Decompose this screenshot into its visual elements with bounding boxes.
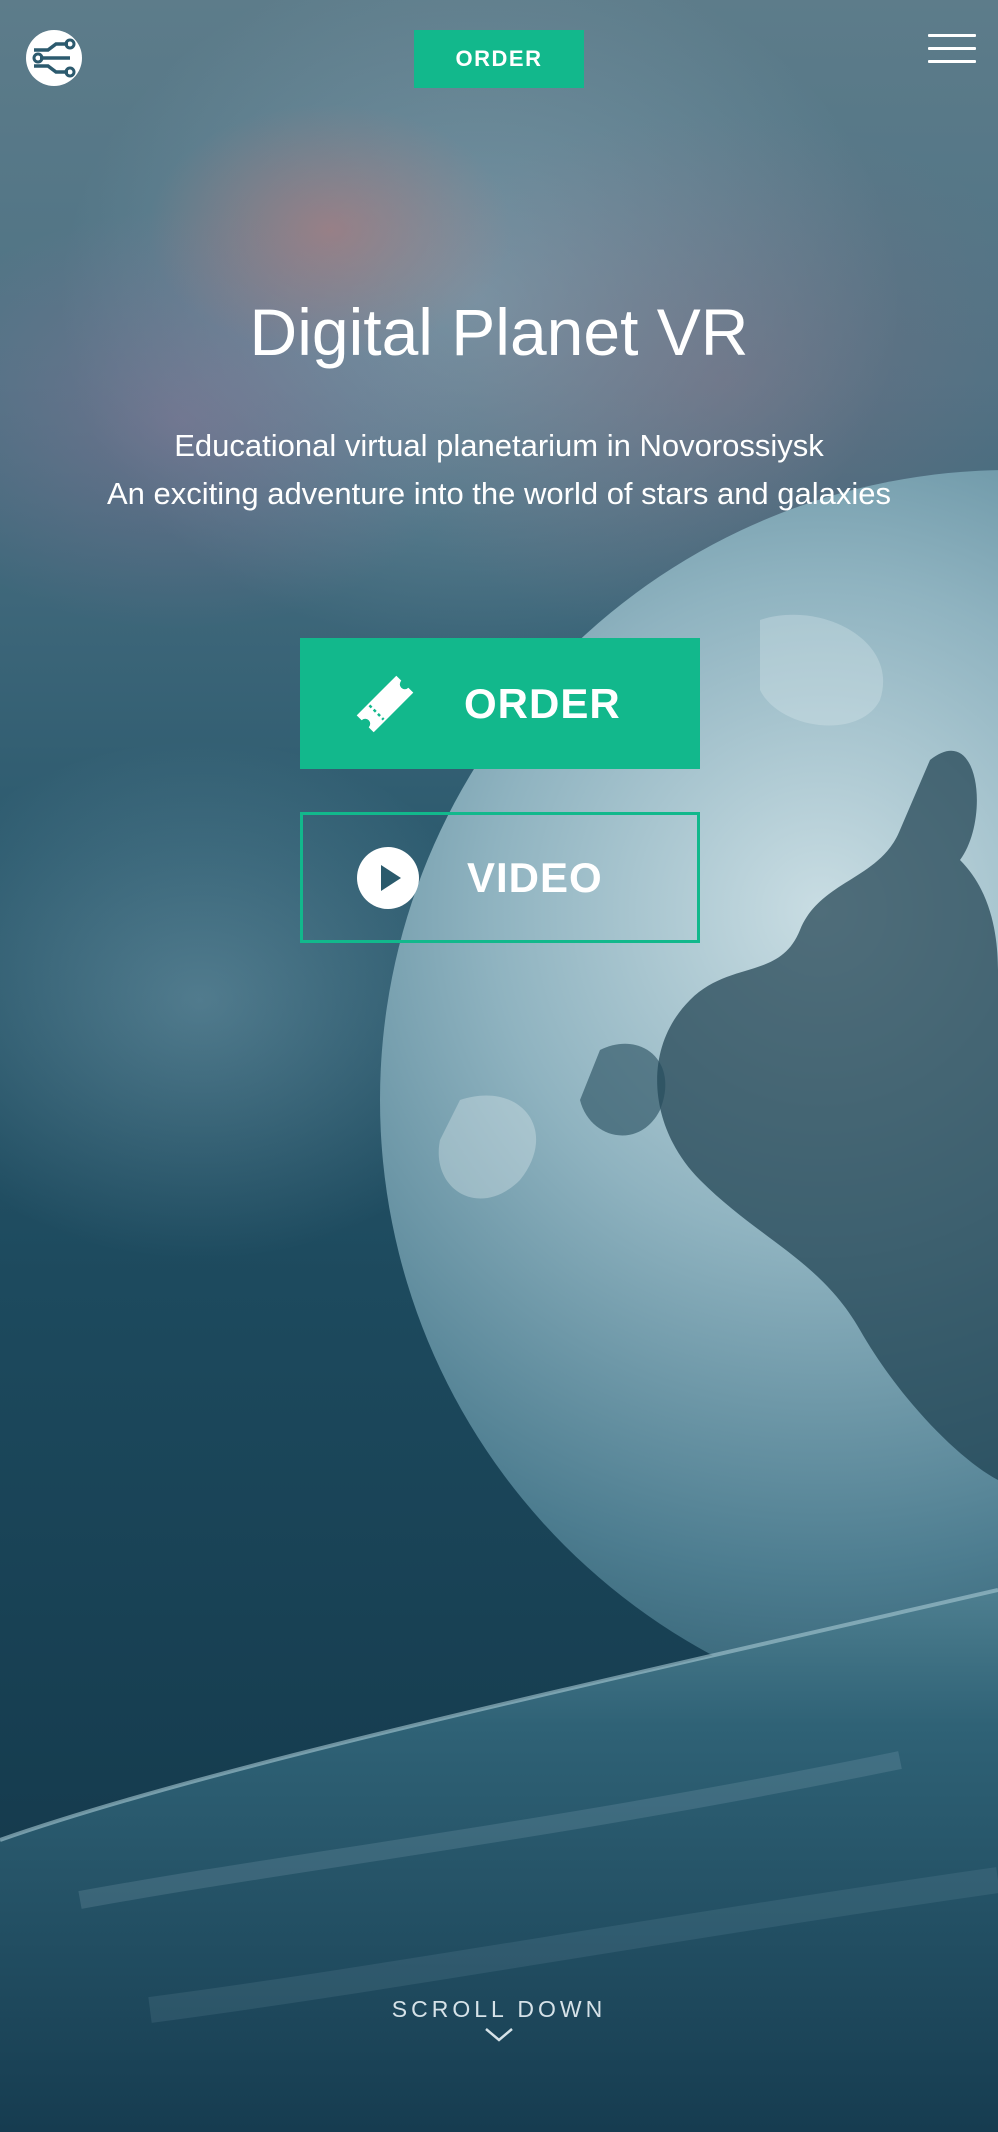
hero-page: ORDER Digital Planet VR Educational virt… bbox=[0, 0, 998, 2132]
hero-subtitle-line1: Educational virtual planetarium in Novor… bbox=[174, 428, 824, 463]
page-title: Digital Planet VR bbox=[249, 295, 749, 369]
circuit-logo-icon[interactable] bbox=[26, 30, 82, 86]
header-order-button[interactable]: ORDER bbox=[414, 30, 584, 88]
order-button[interactable]: ORDER bbox=[300, 638, 700, 769]
hamburger-menu-icon[interactable] bbox=[928, 34, 976, 64]
scroll-down-label: SCROLL DOWN bbox=[391, 1996, 607, 2022]
order-button-label: ORDER bbox=[464, 679, 621, 727]
scroll-down-link[interactable]: SCROLL DOWN bbox=[0, 1996, 998, 2043]
chevron-down-icon bbox=[485, 2028, 513, 2042]
ticket-icon bbox=[350, 669, 420, 739]
video-button[interactable]: VIDEO bbox=[300, 812, 700, 943]
play-circle-icon bbox=[353, 843, 423, 913]
video-button-label: VIDEO bbox=[467, 853, 603, 901]
hero-subtitle-line2: An exciting adventure into the world of … bbox=[106, 476, 892, 511]
